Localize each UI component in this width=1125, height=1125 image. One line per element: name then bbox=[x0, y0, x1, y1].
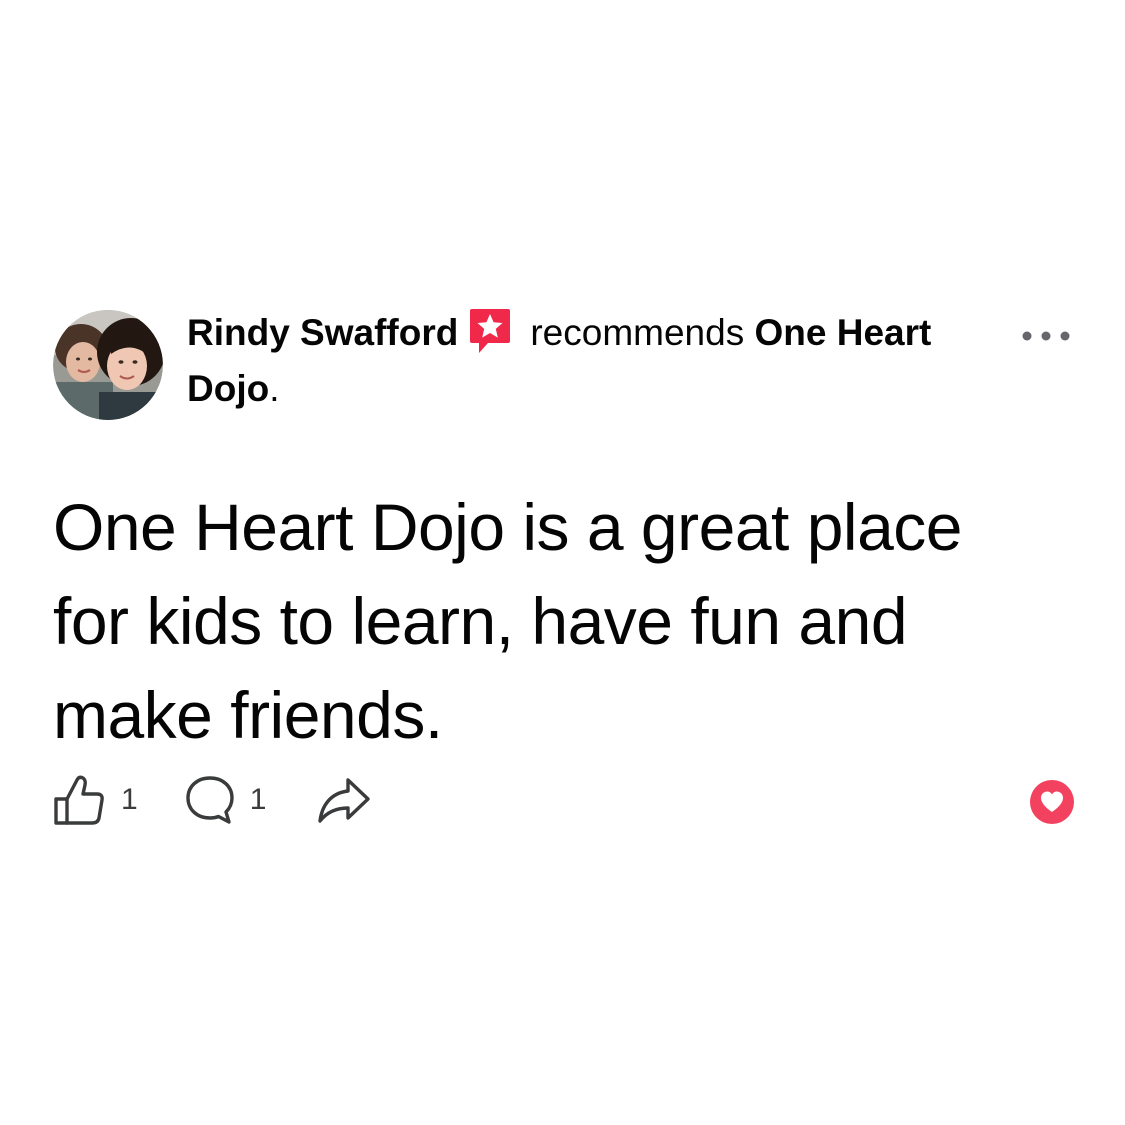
heart-reaction-button[interactable] bbox=[1030, 780, 1074, 824]
share-button[interactable] bbox=[316, 774, 372, 826]
avatar-photo bbox=[53, 310, 163, 420]
post-actions: 1 1 bbox=[53, 770, 372, 830]
more-options-icon bbox=[1022, 331, 1070, 341]
recommendation-star-icon bbox=[468, 307, 512, 355]
avatar[interactable] bbox=[53, 310, 163, 420]
recommendation-post: Rindy Swafford recommends One Heart Dojo… bbox=[0, 0, 1125, 1125]
author-name[interactable]: Rindy Swafford bbox=[187, 312, 458, 353]
comment-button[interactable]: 1 bbox=[184, 774, 267, 826]
like-button[interactable]: 1 bbox=[53, 772, 138, 828]
page-suffix: . bbox=[269, 368, 280, 409]
post-verb: recommends bbox=[530, 312, 745, 353]
comments-count: 1 bbox=[249, 783, 267, 816]
likes-count: 1 bbox=[121, 783, 138, 816]
comment-icon bbox=[185, 776, 234, 824]
post-text: One Heart Dojo is a great place for kids… bbox=[53, 490, 962, 752]
thumbs-up-icon bbox=[54, 775, 104, 825]
heart-reaction-icon bbox=[1041, 791, 1063, 812]
share-icon bbox=[318, 778, 371, 823]
more-options-button[interactable] bbox=[1018, 320, 1074, 352]
post-headline: Rindy Swafford recommends One Heart Dojo… bbox=[187, 305, 947, 417]
